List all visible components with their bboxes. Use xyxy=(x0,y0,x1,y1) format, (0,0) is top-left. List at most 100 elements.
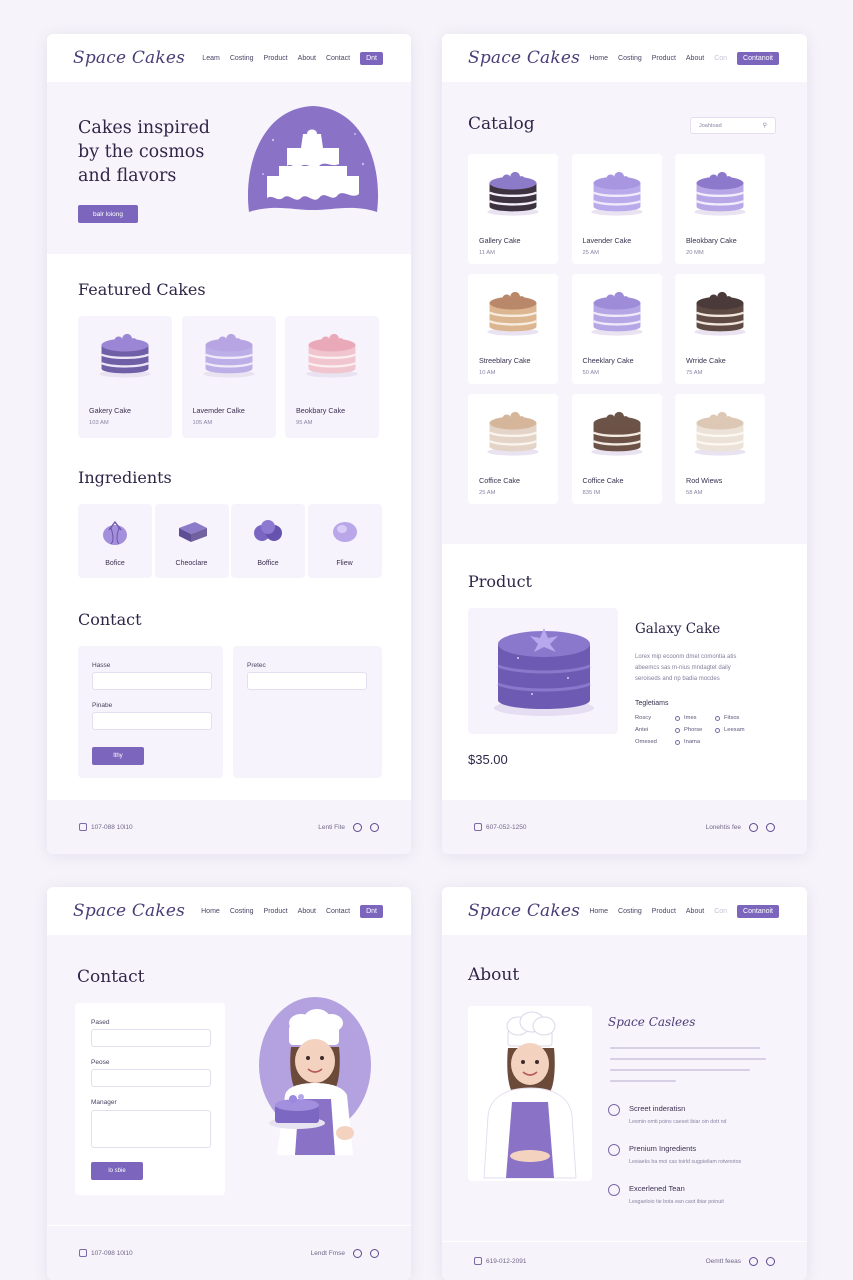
catalog-title: Catalog xyxy=(468,114,535,134)
nav-item-product[interactable]: Product xyxy=(264,55,288,62)
footer: 107-088 10l10 Lenti Fite xyxy=(47,800,411,854)
product-option[interactable]: Phorse xyxy=(675,727,702,733)
feature-icon xyxy=(608,1184,620,1196)
catalog-item-card[interactable]: Coffice Cake 25 AM xyxy=(468,394,558,504)
catalog-item-card[interactable]: Rod Wiews 58 AM xyxy=(675,394,765,504)
home-page-card: Space Cakes Leam Costing Product About C… xyxy=(47,34,411,854)
social-icon-1[interactable] xyxy=(749,1256,758,1266)
product-option[interactable]: Fitsos xyxy=(715,715,739,721)
social-icon-1[interactable] xyxy=(353,822,362,832)
form-input-1[interactable] xyxy=(92,672,212,690)
form-input-3[interactable] xyxy=(247,672,367,690)
cake-time: 11 AM xyxy=(479,250,496,256)
footer-link[interactable]: Oemtt feeas xyxy=(706,1258,741,1265)
form-submit-button[interactable]: lthy xyxy=(92,747,144,765)
nav-cta-button[interactable]: Dnt xyxy=(360,904,383,918)
nav-item-product[interactable]: Product xyxy=(652,55,676,62)
product-cake-image xyxy=(494,628,594,716)
feature-text: Lesmin omti poins caeset ibiar oin dott … xyxy=(629,1119,727,1125)
nav-item-costing[interactable]: Costing xyxy=(230,55,254,62)
chef-portrait-panel xyxy=(468,1006,592,1181)
nav-cta-button[interactable]: Contanoit xyxy=(737,51,779,65)
cake-image xyxy=(694,291,746,336)
nav-item-contact[interactable]: Con xyxy=(714,55,727,62)
nav-item-about[interactable]: About xyxy=(686,908,704,915)
nav-item-about[interactable]: About xyxy=(686,55,704,62)
catalog-item-card[interactable]: Wrride Cake 75 AM xyxy=(675,274,765,384)
brand-logo[interactable]: Space Cakes xyxy=(73,48,185,68)
nav-item-costing[interactable]: Costing xyxy=(230,908,254,915)
name-field[interactable] xyxy=(91,1029,211,1047)
catalog-item-card[interactable]: Cheeklary Cake 50 AM xyxy=(571,274,662,384)
nav-item-about[interactable]: About xyxy=(298,908,316,915)
product-option[interactable]: Roscy xyxy=(635,715,651,721)
catalog-item-card[interactable]: Gallery Cake 11 AM xyxy=(468,154,558,264)
ingredient-card[interactable]: Cheoclare xyxy=(154,504,229,578)
cake-time: 58 AM xyxy=(686,490,703,496)
nav-item-product[interactable]: Product xyxy=(652,908,676,915)
brand-logo[interactable]: Space Cakes xyxy=(468,901,580,921)
nav-item-contact[interactable]: Con xyxy=(714,908,727,915)
cake-time: 103 AM xyxy=(89,420,109,426)
ingredient-card[interactable]: Bofice xyxy=(78,504,152,578)
social-icon-2[interactable] xyxy=(370,822,379,832)
cake-name: Lavender Cake xyxy=(582,236,632,245)
featured-cake-card[interactable]: Beokbary Cake 95 AM xyxy=(285,316,379,438)
social-icon-2[interactable] xyxy=(766,1256,775,1266)
social-icon-1[interactable] xyxy=(353,1248,362,1258)
cake-time: 25 AM xyxy=(479,490,496,496)
nav-item-home[interactable]: Home xyxy=(589,55,608,62)
about-feature: Prenium Ingredients Lesiaeks ba moi cas t… xyxy=(608,1143,788,1177)
product-name: Galaxy Cake xyxy=(635,621,721,637)
featured-cake-card[interactable]: Lavemder Calke 105 AM xyxy=(181,316,276,438)
catalog-search[interactable]: Joahtoad ⚲ xyxy=(690,117,776,134)
about-feature: Screet inderatisn Lesmin omti poins caese… xyxy=(608,1103,788,1137)
nav-item-home[interactable]: Home xyxy=(201,908,220,915)
option-radio-icon xyxy=(715,727,720,733)
ingredients-title: Ingredients xyxy=(78,468,172,487)
nav-item-costing[interactable]: Costing xyxy=(618,55,642,62)
product-option[interactable]: Inama xyxy=(675,739,700,745)
footer-phone: 619-012-2091 xyxy=(486,1257,527,1265)
blueberry-icon xyxy=(231,518,305,544)
option-radio-icon xyxy=(715,715,720,721)
ingredient-card[interactable]: Boffice xyxy=(231,504,305,578)
catalog-item-card[interactable]: Lavender Cake 25 AM xyxy=(571,154,662,264)
submit-button[interactable]: lo sbie xyxy=(91,1162,143,1180)
chocolate-icon xyxy=(155,518,229,544)
contact-form-panel: Hasse Pinabe lthy xyxy=(78,646,223,778)
nav-item-contact[interactable]: Contact xyxy=(326,908,350,915)
product-option[interactable]: Omesed xyxy=(635,739,657,745)
message-field[interactable] xyxy=(91,1110,211,1148)
social-icon-2[interactable] xyxy=(370,1248,379,1258)
social-icon-1[interactable] xyxy=(749,822,758,832)
nav-item-product[interactable]: Product xyxy=(264,908,288,915)
footer-link[interactable]: Lenti Fite xyxy=(318,824,345,831)
nav-item-learn[interactable]: Leam xyxy=(202,55,220,62)
nav-cta-button[interactable]: Contanoit xyxy=(737,904,779,918)
cake-image xyxy=(694,171,746,216)
hero-button[interactable]: balr loiong xyxy=(78,205,138,223)
catalog-item-card[interactable]: Coffice Cake 835 IM xyxy=(571,394,662,504)
brand-logo[interactable]: Space Cakes xyxy=(73,901,185,921)
catalog-item-card[interactable]: Streeblary Cake 10 AM xyxy=(468,274,558,384)
catalog-item-card[interactable]: Bleokbary Cake 20 MM xyxy=(675,154,765,264)
nav-item-about[interactable]: About xyxy=(298,55,316,62)
product-option[interactable]: Leesam xyxy=(715,727,745,733)
product-option[interactable]: Antei xyxy=(635,727,648,733)
product-option[interactable]: Imes xyxy=(675,715,697,721)
nav-cta-button[interactable]: Dnt xyxy=(360,51,383,65)
nav-item-costing[interactable]: Costing xyxy=(618,908,642,915)
phone-field[interactable] xyxy=(91,1069,211,1087)
footer-link[interactable]: Lonehtis fee xyxy=(706,824,741,831)
form-input-2[interactable] xyxy=(92,712,212,730)
footer-link[interactable]: Lendt Fmse xyxy=(311,1250,345,1257)
social-icon-2[interactable] xyxy=(766,822,775,832)
product-image-panel xyxy=(468,608,618,734)
brand-logo[interactable]: Space Cakes xyxy=(468,48,580,68)
nav-item-contact[interactable]: Contact xyxy=(326,55,350,62)
featured-cake-card[interactable]: Gakery Cake 103 AM xyxy=(78,316,172,438)
ingredient-card[interactable]: Fliew xyxy=(307,504,382,578)
nav-item-home[interactable]: Home xyxy=(589,908,608,915)
cake-image xyxy=(99,333,151,378)
